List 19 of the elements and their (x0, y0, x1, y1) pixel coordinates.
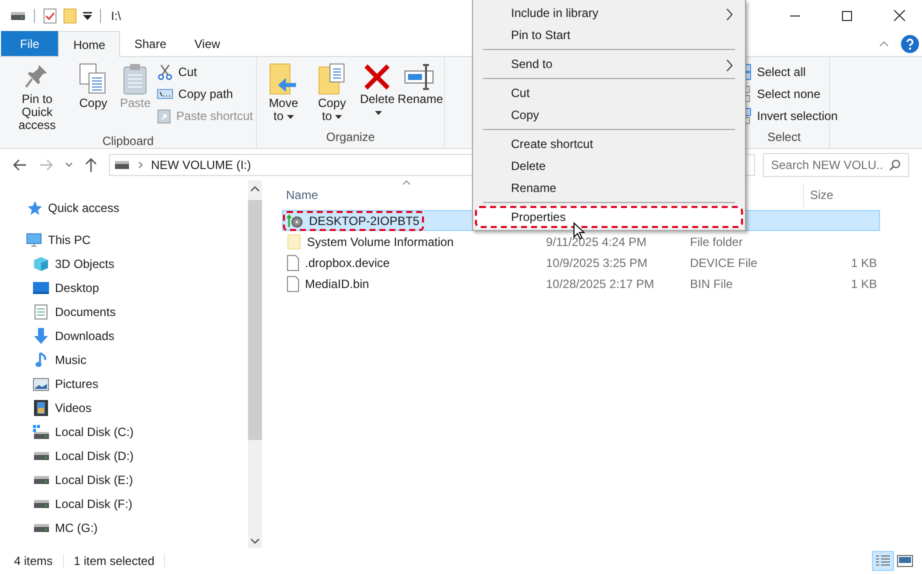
group-label: Organize (325, 130, 376, 146)
window-title: I:\ (111, 8, 122, 22)
file-name: .dropbox.device (305, 256, 390, 270)
file-name: MediaID.bin (305, 276, 370, 290)
status-text: 4 items (14, 554, 64, 568)
group-label: Select (766, 130, 802, 146)
address-path: NEW VOLUME (I:) (151, 158, 252, 172)
status-text: 1 item selected (74, 554, 166, 568)
file-size: 1 KB (850, 256, 877, 270)
file-type: BIN File (690, 276, 733, 290)
group-label: Clipboard (101, 134, 155, 148)
file-name: System Volume Information (307, 234, 454, 248)
date-modified: 10/28/2025 2:17 PM (546, 276, 654, 290)
date-modified: 10/9/2025 3:25 PM (546, 256, 648, 270)
file-type: DEVICE File (690, 256, 758, 270)
date-modified: 9/11/2025 4:24 PM (546, 234, 647, 248)
file-size: 1 KB (850, 276, 877, 290)
file-type: File folder (690, 234, 743, 248)
file-name: DESKTOP-2IOPBT5 (309, 214, 420, 228)
